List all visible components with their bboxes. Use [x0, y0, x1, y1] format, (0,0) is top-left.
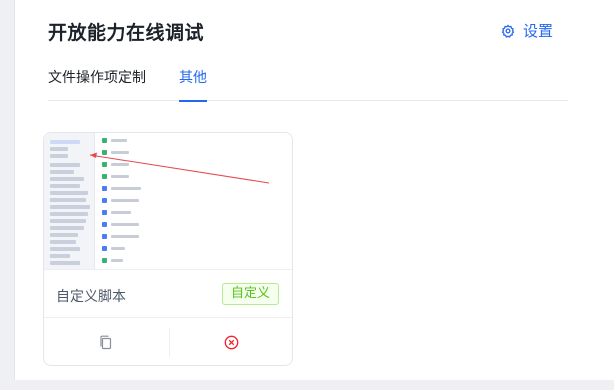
copy-button[interactable]: [44, 318, 169, 365]
debug-panel: 开放能力在线调试 设置 文件操作项定制 其他 自定义脚本 自定义: [14, 0, 614, 390]
copy-icon: [100, 335, 112, 350]
annotation-arrow: [89, 152, 270, 184]
script-card[interactable]: 自定义脚本 自定义: [43, 132, 293, 366]
gear-icon: [501, 24, 515, 38]
tab-bar: 文件操作项定制 其他: [48, 62, 568, 102]
delete-button[interactable]: [170, 318, 293, 365]
page-title: 开放能力在线调试: [48, 22, 205, 44]
script-preview-thumbnail: [44, 133, 292, 270]
settings-button[interactable]: 设置: [501, 20, 553, 41]
tab-other[interactable]: 其他: [179, 62, 207, 102]
tab-file-operations[interactable]: 文件操作项定制: [48, 62, 146, 101]
card-title: 自定义脚本: [56, 289, 126, 305]
delete-circle-icon: [224, 335, 239, 350]
card-actions: [44, 317, 293, 365]
custom-badge: 自定义: [222, 283, 280, 305]
settings-label: 设置: [523, 22, 554, 40]
bottom-scroll-area: [14, 380, 614, 390]
